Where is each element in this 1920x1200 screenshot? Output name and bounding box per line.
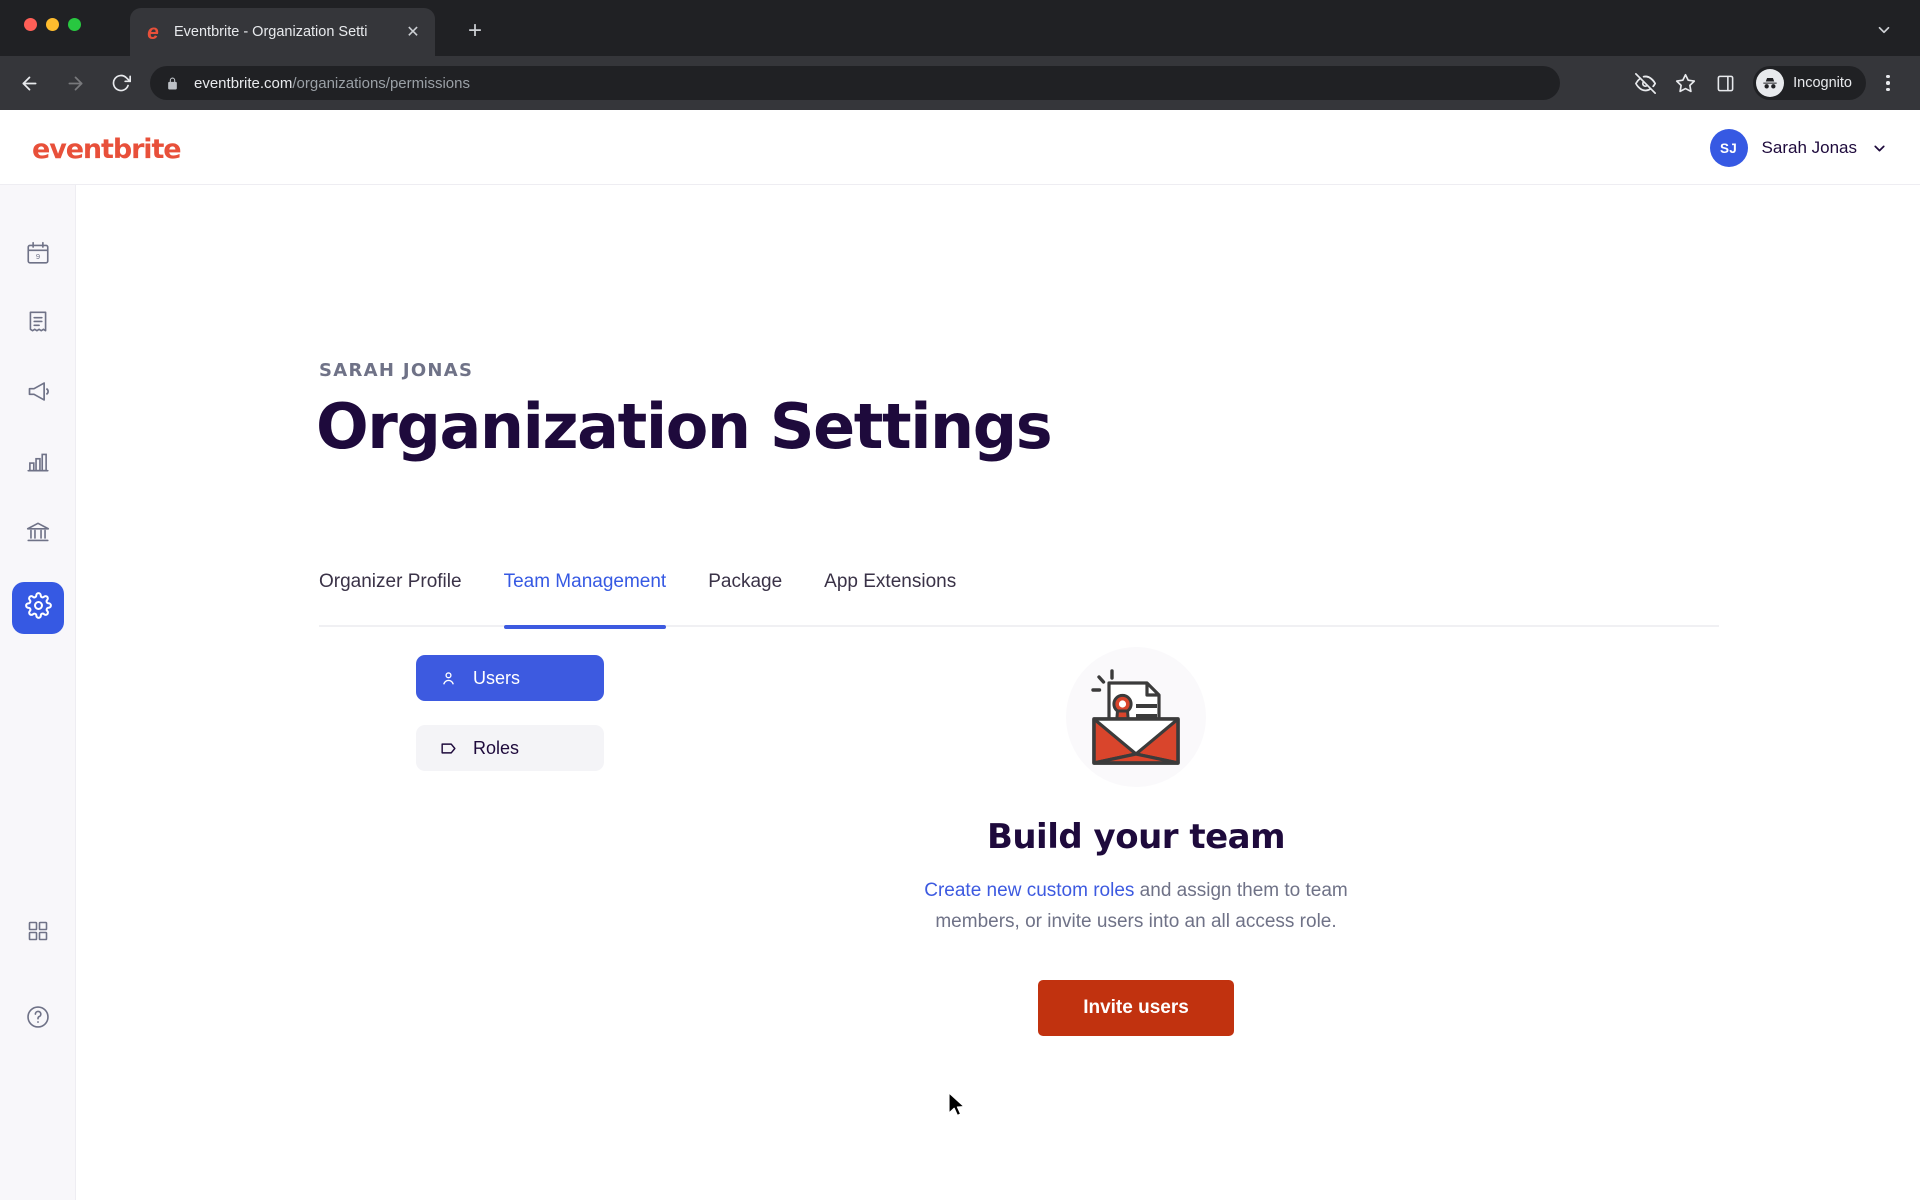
subnav-item-roles[interactable]: Roles bbox=[416, 725, 604, 771]
tab-team-management[interactable]: Team Management bbox=[503, 571, 666, 629]
side-panel-icon[interactable] bbox=[1709, 67, 1741, 99]
incognito-icon bbox=[1756, 69, 1785, 97]
sidebar-item-reports[interactable] bbox=[12, 438, 64, 490]
invite-users-button[interactable]: Invite users bbox=[1038, 979, 1234, 1036]
page-viewport: eventbrite SJ Sarah Jonas 9 SARAH JONAS … bbox=[0, 110, 1920, 1200]
tab-organizer-profile[interactable]: Organizer Profile bbox=[319, 571, 462, 627]
close-tab-icon[interactable]: ✕ bbox=[403, 22, 423, 42]
chevron-down-icon[interactable] bbox=[1872, 18, 1896, 42]
envelope-with-certificate-icon bbox=[1076, 657, 1196, 778]
address-bar[interactable]: eventbrite.com/organizations/permissions bbox=[150, 66, 1560, 100]
sidebar-item-events[interactable]: 9 bbox=[12, 229, 64, 281]
url-domain: eventbrite.com bbox=[194, 74, 293, 92]
bookmark-star-icon[interactable] bbox=[1669, 67, 1701, 99]
tab-app-extensions[interactable]: App Extensions bbox=[824, 571, 956, 627]
subnav-item-label: Roles bbox=[473, 737, 520, 758]
close-window-button[interactable] bbox=[24, 18, 37, 31]
account-menu[interactable]: SJ Sarah Jonas bbox=[1709, 126, 1888, 170]
window-traffic-lights bbox=[24, 18, 81, 31]
forward-arrow-icon[interactable] bbox=[58, 66, 92, 100]
browser-tab-title: Eventbrite - Organization Setti bbox=[174, 24, 368, 40]
account-name: Sarah Jonas bbox=[1761, 138, 1857, 157]
lock-icon bbox=[166, 77, 182, 90]
empty-state-title: Build your team bbox=[986, 817, 1286, 857]
minimize-window-button[interactable] bbox=[46, 18, 59, 31]
incognito-profile-chip[interactable]: Incognito bbox=[1753, 66, 1866, 100]
sidebar-item-apps[interactable] bbox=[12, 907, 64, 959]
url-path: /organizations/permissions bbox=[292, 74, 470, 92]
sidebar-item-help[interactable] bbox=[12, 993, 64, 1045]
svg-text:9: 9 bbox=[36, 251, 40, 260]
sidebar-item-finance[interactable] bbox=[12, 508, 64, 560]
toolbar-right-actions: Incognito bbox=[1629, 66, 1902, 100]
person-icon bbox=[438, 670, 458, 687]
main-content: SARAH JONAS Organization Settings Organi… bbox=[76, 185, 1920, 1200]
help-circle-icon bbox=[25, 1004, 51, 1035]
settings-tabs: Organizer Profile Team Management Packag… bbox=[319, 571, 1719, 629]
address-bar-url: eventbrite.com/organizations/permissions bbox=[194, 75, 470, 92]
sidebar-item-settings[interactable] bbox=[12, 582, 64, 634]
empty-state-description: Create new custom roles and assign them … bbox=[856, 875, 1416, 938]
new-tab-button[interactable]: + bbox=[462, 19, 488, 45]
chevron-down-icon bbox=[1871, 140, 1888, 157]
maximize-window-button[interactable] bbox=[68, 18, 81, 31]
empty-state-illustration-bg bbox=[1066, 647, 1206, 787]
eventbrite-favicon-icon: e bbox=[147, 20, 159, 44]
incognito-label: Incognito bbox=[1793, 75, 1852, 91]
subnav-item-users[interactable]: Users bbox=[416, 655, 604, 701]
bank-icon bbox=[25, 519, 51, 550]
receipt-icon bbox=[25, 309, 51, 340]
tab-package[interactable]: Package bbox=[708, 571, 782, 627]
back-arrow-icon[interactable] bbox=[12, 66, 46, 100]
subnav-item-label: Users bbox=[473, 667, 521, 688]
avatar: SJ bbox=[1709, 129, 1748, 167]
gear-icon bbox=[24, 592, 52, 624]
sidebar-item-orders[interactable] bbox=[12, 298, 64, 350]
eventbrite-logo[interactable]: eventbrite bbox=[32, 134, 182, 165]
reload-icon[interactable] bbox=[104, 66, 138, 100]
browser-toolbar: eventbrite.com/organizations/permissions… bbox=[0, 56, 1920, 110]
browser-tabstrip: e Eventbrite - Organization Setti ✕ + bbox=[0, 0, 1920, 56]
app-header: eventbrite SJ Sarah Jonas bbox=[0, 110, 1920, 185]
hidden-eye-icon[interactable] bbox=[1629, 67, 1661, 99]
sidebar-item-marketing[interactable] bbox=[12, 368, 64, 420]
sidebar-rail: 9 bbox=[0, 185, 76, 1200]
team-subnav: Users Roles bbox=[416, 655, 604, 795]
browser-chrome: e Eventbrite - Organization Setti ✕ + ev… bbox=[0, 0, 1920, 110]
page-title: Organization Settings bbox=[316, 390, 1053, 463]
bar-chart-icon bbox=[25, 449, 51, 480]
create-custom-roles-link[interactable]: Create new custom roles bbox=[924, 880, 1134, 901]
calendar-icon: 9 bbox=[25, 240, 51, 271]
apps-grid-icon bbox=[26, 919, 50, 948]
organization-eyebrow: SARAH JONAS bbox=[319, 360, 474, 381]
empty-state: Build your team Create new custom roles … bbox=[856, 647, 1416, 1036]
tag-icon bbox=[438, 739, 458, 758]
kebab-menu-icon[interactable] bbox=[1874, 67, 1902, 99]
megaphone-icon bbox=[25, 378, 52, 410]
browser-tab[interactable]: e Eventbrite - Organization Setti ✕ bbox=[130, 8, 435, 56]
